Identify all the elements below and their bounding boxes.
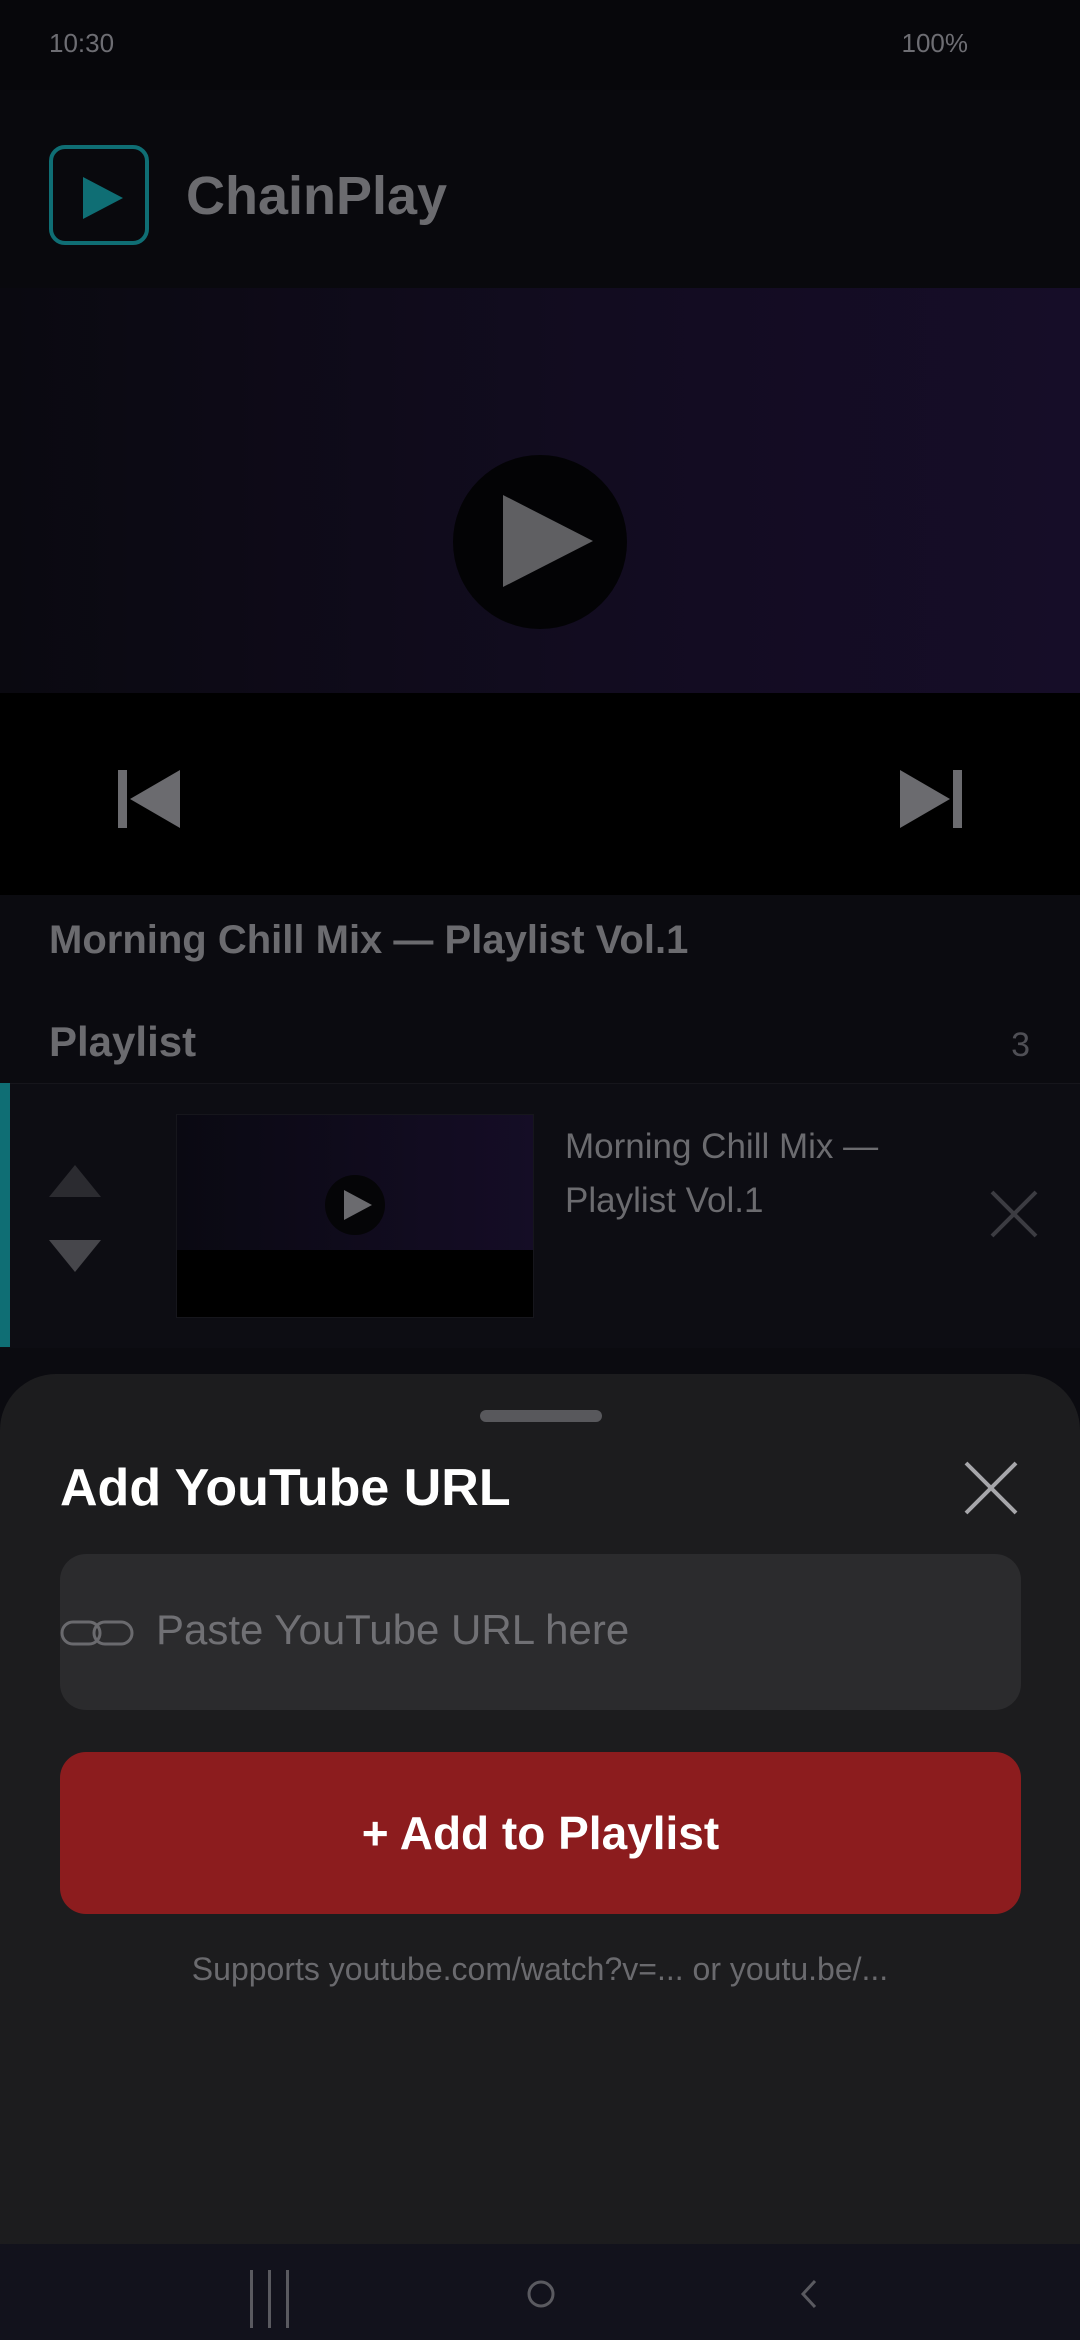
playlist-count: 3	[1011, 1026, 1030, 1064]
add-to-playlist-button[interactable]: + Add to Playlist	[60, 1752, 1021, 1914]
playlist-item-title: Morning Chill Mix — Playlist Vol.1	[565, 1127, 879, 1220]
next-button[interactable]	[900, 770, 962, 833]
youtube-url-input[interactable]	[156, 1600, 996, 1660]
thumbnail-play-badge	[325, 1175, 385, 1235]
triangle-down-icon	[49, 1240, 101, 1272]
skip-next-icon	[900, 770, 962, 828]
back-button[interactable]	[800, 2278, 818, 2315]
move-up-button[interactable]	[49, 1165, 101, 1202]
previous-button[interactable]	[118, 770, 180, 833]
sheet-drag-handle[interactable]	[480, 1410, 602, 1422]
app-title: ChainPlay	[186, 166, 448, 226]
playlist-heading: Playlist	[49, 1018, 197, 1065]
close-icon	[990, 1190, 1038, 1238]
home-button[interactable]	[526, 2279, 556, 2314]
video-thumbnail[interactable]	[176, 1114, 534, 1318]
play-icon	[344, 1190, 372, 1220]
app-header	[0, 90, 1080, 288]
skip-previous-icon	[118, 770, 180, 828]
play-icon	[503, 495, 593, 587]
triangle-up-icon	[49, 1165, 101, 1197]
recents-icon	[250, 2270, 289, 2328]
play-button[interactable]	[453, 455, 627, 629]
app-logo	[49, 145, 149, 245]
remove-item-button[interactable]	[990, 1190, 1038, 1243]
back-icon	[800, 2279, 817, 2309]
play-icon	[83, 177, 123, 219]
recents-button[interactable]	[248, 2270, 292, 2333]
status-time: 10:30	[49, 28, 115, 58]
url-format-hint: Supports youtube.com/watch?v=... or yout…	[191, 1951, 889, 1987]
battery-level: 100%	[901, 28, 969, 58]
link-icon	[60, 1620, 134, 1651]
close-icon	[964, 1461, 1018, 1515]
close-sheet-button[interactable]	[963, 1460, 1019, 1521]
move-down-button[interactable]	[49, 1240, 101, 1277]
now-playing-title: Morning Chill Mix — Playlist Vol.1	[49, 918, 689, 962]
home-icon	[527, 2280, 555, 2308]
sheet-title: Add YouTube URL	[60, 1459, 511, 1517]
active-item-indicator	[0, 1083, 10, 1347]
